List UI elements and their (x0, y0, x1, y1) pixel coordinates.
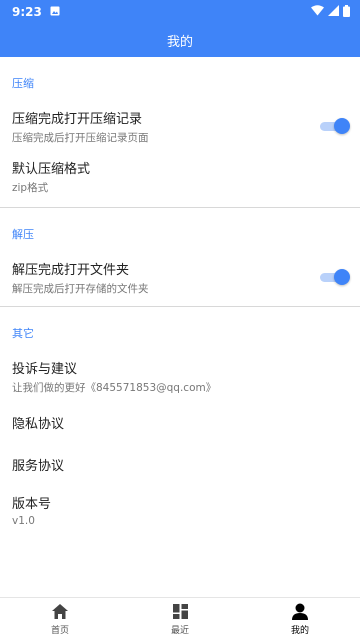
setting-title: 版本号 (12, 497, 52, 512)
setting-texts: 投诉与建议 让我们做的更好《845571853@qq.com》 (12, 358, 216, 395)
tab-label: 我的 (290, 625, 309, 636)
open-extract-folder-toggle[interactable] (320, 269, 350, 285)
setting-texts: 解压完成打开文件夹 解压完成后打开存储的文件夹 (12, 259, 149, 296)
person-icon (292, 603, 308, 621)
toggle-thumb (334, 118, 350, 134)
setting-title: 投诉与建议 (12, 361, 78, 377)
setting-open-compress-record[interactable]: 压缩完成打开压缩记录 压缩完成后打开压缩记录页面 (0, 101, 360, 151)
toggle-thumb (334, 269, 350, 285)
setting-feedback[interactable]: 投诉与建议 让我们做的更好《845571853@qq.com》 (0, 351, 360, 401)
tab-label: 最近 (170, 625, 189, 636)
home-icon (52, 603, 68, 621)
wifi-icon (311, 5, 324, 19)
section-header-extract: 解压 (12, 228, 34, 241)
bottom-nav: 首页 最近 我的 (0, 597, 360, 640)
page-title: 我的 (166, 35, 193, 50)
setting-texts: 压缩完成打开压缩记录 压缩完成后打开压缩记录页面 (12, 108, 149, 145)
status-bar-left: 9:23 (12, 5, 60, 19)
section-extract: 解压 解压完成打开文件夹 解压完成后打开存储的文件夹 (0, 208, 360, 302)
tab-recent[interactable]: 最近 (120, 598, 240, 640)
status-bar: 9:23 (0, 0, 360, 24)
tab-label: 首页 (50, 625, 69, 636)
setting-service[interactable]: 服务协议 (0, 443, 360, 485)
setting-version[interactable]: 版本号 v1.0 (0, 485, 360, 535)
open-compress-record-toggle[interactable] (320, 118, 350, 134)
tab-home[interactable]: 首页 (0, 598, 120, 640)
signal-icon (328, 5, 339, 19)
setting-title: 隐私协议 (12, 416, 65, 432)
setting-title: 压缩完成打开压缩记录 (12, 111, 143, 127)
section-header-other: 其它 (12, 327, 34, 340)
dashboard-icon (172, 603, 188, 621)
status-time: 9:23 (12, 5, 42, 19)
setting-title: 默认压缩格式 (12, 161, 91, 177)
setting-texts: 版本号 v1.0 (12, 493, 51, 527)
setting-texts: 默认压缩格式 zip格式 (12, 158, 90, 195)
setting-subtitle: 压缩完成后打开压缩记录页面 (12, 131, 149, 144)
status-bar-right (311, 4, 350, 20)
setting-default-format[interactable]: 默认压缩格式 zip格式 (0, 151, 360, 201)
battery-icon (343, 4, 350, 20)
setting-title: 服务协议 (12, 458, 65, 474)
setting-value: v1.0 (12, 515, 35, 527)
setting-title: 解压完成打开文件夹 (12, 262, 130, 278)
image-notification-icon (50, 5, 60, 19)
app-bar: 我的 (0, 24, 360, 57)
section-compress: 压缩 压缩完成打开压缩记录 压缩完成后打开压缩记录页面 默认压缩格式 zip格式 (0, 57, 360, 201)
setting-privacy[interactable]: 隐私协议 (0, 401, 360, 443)
tab-mine[interactable]: 我的 (240, 598, 360, 640)
section-header-compress: 压缩 (12, 77, 34, 90)
setting-subtitle: 让我们做的更好《845571853@qq.com》 (12, 381, 217, 394)
section-other: 其它 投诉与建议 让我们做的更好《845571853@qq.com》 隐私协议 … (0, 307, 360, 535)
setting-subtitle: 解压完成后打开存储的文件夹 (12, 282, 149, 295)
setting-open-extract-folder[interactable]: 解压完成打开文件夹 解压完成后打开存储的文件夹 (0, 252, 360, 302)
setting-value: zip格式 (12, 181, 49, 194)
